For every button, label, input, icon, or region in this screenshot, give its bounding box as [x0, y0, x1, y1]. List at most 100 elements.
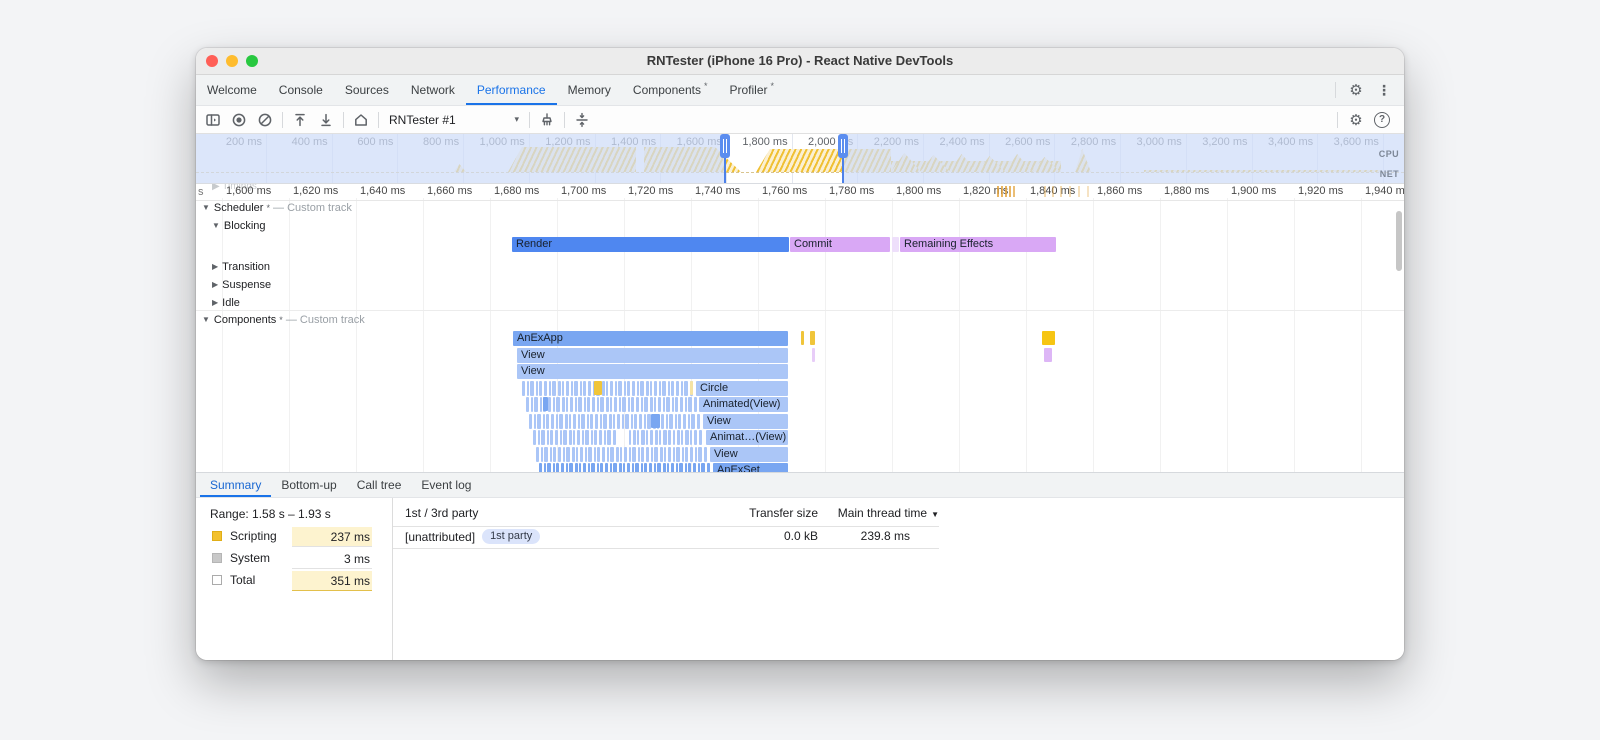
component-render-sliver[interactable]	[650, 446, 653, 462]
component-render-sliver[interactable]	[550, 430, 554, 445]
component-render-sliver[interactable]	[635, 463, 640, 472]
highlight-mark[interactable]	[690, 380, 693, 395]
timeline-flame-chart[interactable]: ▶ Timings s 1,600 ms 1,620 ms 1,640 ms 1,660 …	[196, 184, 1404, 472]
component-render-sliver[interactable]	[566, 380, 569, 396]
component-render-sliver[interactable]	[614, 380, 617, 396]
component-render-sliver[interactable]	[563, 430, 568, 445]
handle-grip[interactable]	[838, 134, 848, 158]
component-render-sliver[interactable]	[621, 413, 624, 429]
component-render-sliver[interactable]	[683, 413, 686, 429]
component-render-sliver[interactable]	[574, 397, 577, 412]
component-render-sliver[interactable]	[607, 430, 612, 445]
component-render-sliver[interactable]	[632, 430, 636, 445]
component-render-sliver[interactable]	[537, 413, 542, 429]
component-render-sliver[interactable]	[646, 430, 649, 445]
component-render-sliver[interactable]	[596, 397, 599, 412]
track-row-blocking[interactable]: ▼ Blocking	[212, 220, 266, 232]
component-render-sliver[interactable]	[548, 397, 551, 412]
component-render-sliver[interactable]	[587, 463, 590, 472]
highlight-mark[interactable]	[1042, 331, 1055, 345]
component-render-sliver[interactable]	[551, 413, 554, 429]
component-render-sliver[interactable]	[601, 380, 605, 396]
component-render-sliver[interactable]	[622, 397, 627, 412]
component-render-sliver[interactable]	[548, 380, 551, 396]
component-render-sliver[interactable]	[636, 397, 639, 412]
scheduler-event-bar-remaining-effects[interactable]: Remaining Effects	[900, 237, 1056, 252]
component-render-sliver[interactable]	[675, 397, 679, 412]
component-render-sliver[interactable]	[685, 446, 689, 462]
component-render-sliver[interactable]	[570, 397, 573, 412]
component-render-sliver[interactable]	[603, 413, 608, 429]
capture-settings-icon[interactable]: ⚙	[1344, 108, 1368, 132]
component-render-sliver[interactable]	[640, 463, 643, 472]
track-header-scheduler[interactable]: ▼ Scheduler * — Custom track	[202, 202, 352, 214]
component-render-sliver[interactable]	[669, 413, 674, 429]
component-render-sliver[interactable]	[610, 446, 615, 462]
bottom-tab-summary[interactable]: Summary	[200, 473, 271, 497]
component-render-sliver[interactable]	[600, 463, 604, 472]
component-render-sliver[interactable]	[530, 380, 535, 396]
component-bar-animat-view[interactable]: Animat…(View)	[706, 430, 788, 445]
component-render-sliver[interactable]	[566, 446, 571, 462]
component-render-sliver[interactable]	[650, 430, 653, 445]
component-render-sliver[interactable]	[628, 446, 631, 462]
component-render-sliver[interactable]	[603, 430, 606, 445]
component-render-sliver[interactable]	[662, 380, 667, 396]
component-render-sliver[interactable]	[676, 430, 680, 445]
tab-console[interactable]: Console	[268, 75, 334, 105]
component-render-sliver[interactable]	[618, 397, 621, 412]
component-render-sliver[interactable]	[654, 380, 657, 396]
component-render-sliver[interactable]	[624, 446, 627, 462]
bottom-tab-event-log[interactable]: Event log	[411, 473, 481, 497]
component-render-sliver[interactable]	[534, 397, 539, 412]
highlight-mark[interactable]	[651, 413, 660, 428]
component-render-sliver[interactable]	[599, 413, 602, 429]
component-render-sliver[interactable]	[620, 446, 623, 462]
component-render-sliver[interactable]	[573, 413, 576, 429]
component-render-sliver[interactable]	[645, 380, 649, 396]
collapse-tracks-icon[interactable]	[569, 108, 595, 132]
component-render-sliver[interactable]	[573, 430, 576, 445]
component-render-sliver[interactable]	[606, 446, 609, 462]
component-render-sliver[interactable]	[637, 446, 640, 462]
component-render-sliver[interactable]	[578, 397, 583, 412]
component-render-sliver[interactable]	[526, 397, 529, 412]
component-render-sliver[interactable]	[535, 380, 538, 396]
component-render-sliver[interactable]	[574, 463, 578, 472]
component-render-sliver[interactable]	[617, 413, 620, 429]
component-render-sliver[interactable]	[595, 413, 598, 429]
scheduler-event-bar-effect[interactable]	[892, 237, 899, 252]
component-render-sliver[interactable]	[539, 380, 543, 396]
component-render-sliver[interactable]	[585, 430, 590, 445]
component-render-sliver[interactable]	[553, 446, 557, 462]
component-render-sliver[interactable]	[694, 430, 697, 445]
component-render-sliver[interactable]	[579, 463, 582, 472]
component-render-sliver[interactable]	[591, 463, 596, 472]
component-render-sliver[interactable]	[566, 397, 569, 412]
component-render-sliver[interactable]	[627, 380, 631, 396]
component-render-sliver[interactable]	[653, 463, 656, 472]
component-render-sliver[interactable]	[574, 380, 579, 396]
component-render-sliver[interactable]	[546, 413, 550, 429]
component-render-sliver[interactable]	[676, 380, 679, 396]
tab-performance[interactable]: Performance	[466, 75, 557, 105]
component-render-sliver[interactable]	[662, 397, 665, 412]
component-render-sliver[interactable]	[555, 413, 558, 429]
component-bar-anexapp[interactable]: AnExApp	[513, 331, 788, 346]
component-render-sliver[interactable]	[696, 413, 700, 429]
component-render-sliver[interactable]	[697, 463, 700, 472]
component-bar-animated-view[interactable]: Animated(View)	[699, 397, 788, 412]
save-profile-icon[interactable]	[313, 108, 339, 132]
component-render-sliver[interactable]	[564, 413, 568, 429]
component-render-sliver[interactable]	[625, 413, 630, 429]
component-render-sliver[interactable]	[543, 463, 546, 472]
component-render-sliver[interactable]	[596, 463, 599, 472]
component-render-sliver[interactable]	[614, 397, 617, 412]
component-bar-anexset[interactable]: AnExSet	[713, 463, 788, 472]
component-render-sliver[interactable]	[544, 446, 549, 462]
component-render-sliver[interactable]	[636, 380, 639, 396]
component-render-sliver[interactable]	[666, 397, 671, 412]
component-bar-view[interactable]: View	[517, 364, 788, 379]
component-render-sliver[interactable]	[613, 413, 616, 429]
component-render-sliver[interactable]	[579, 380, 582, 396]
